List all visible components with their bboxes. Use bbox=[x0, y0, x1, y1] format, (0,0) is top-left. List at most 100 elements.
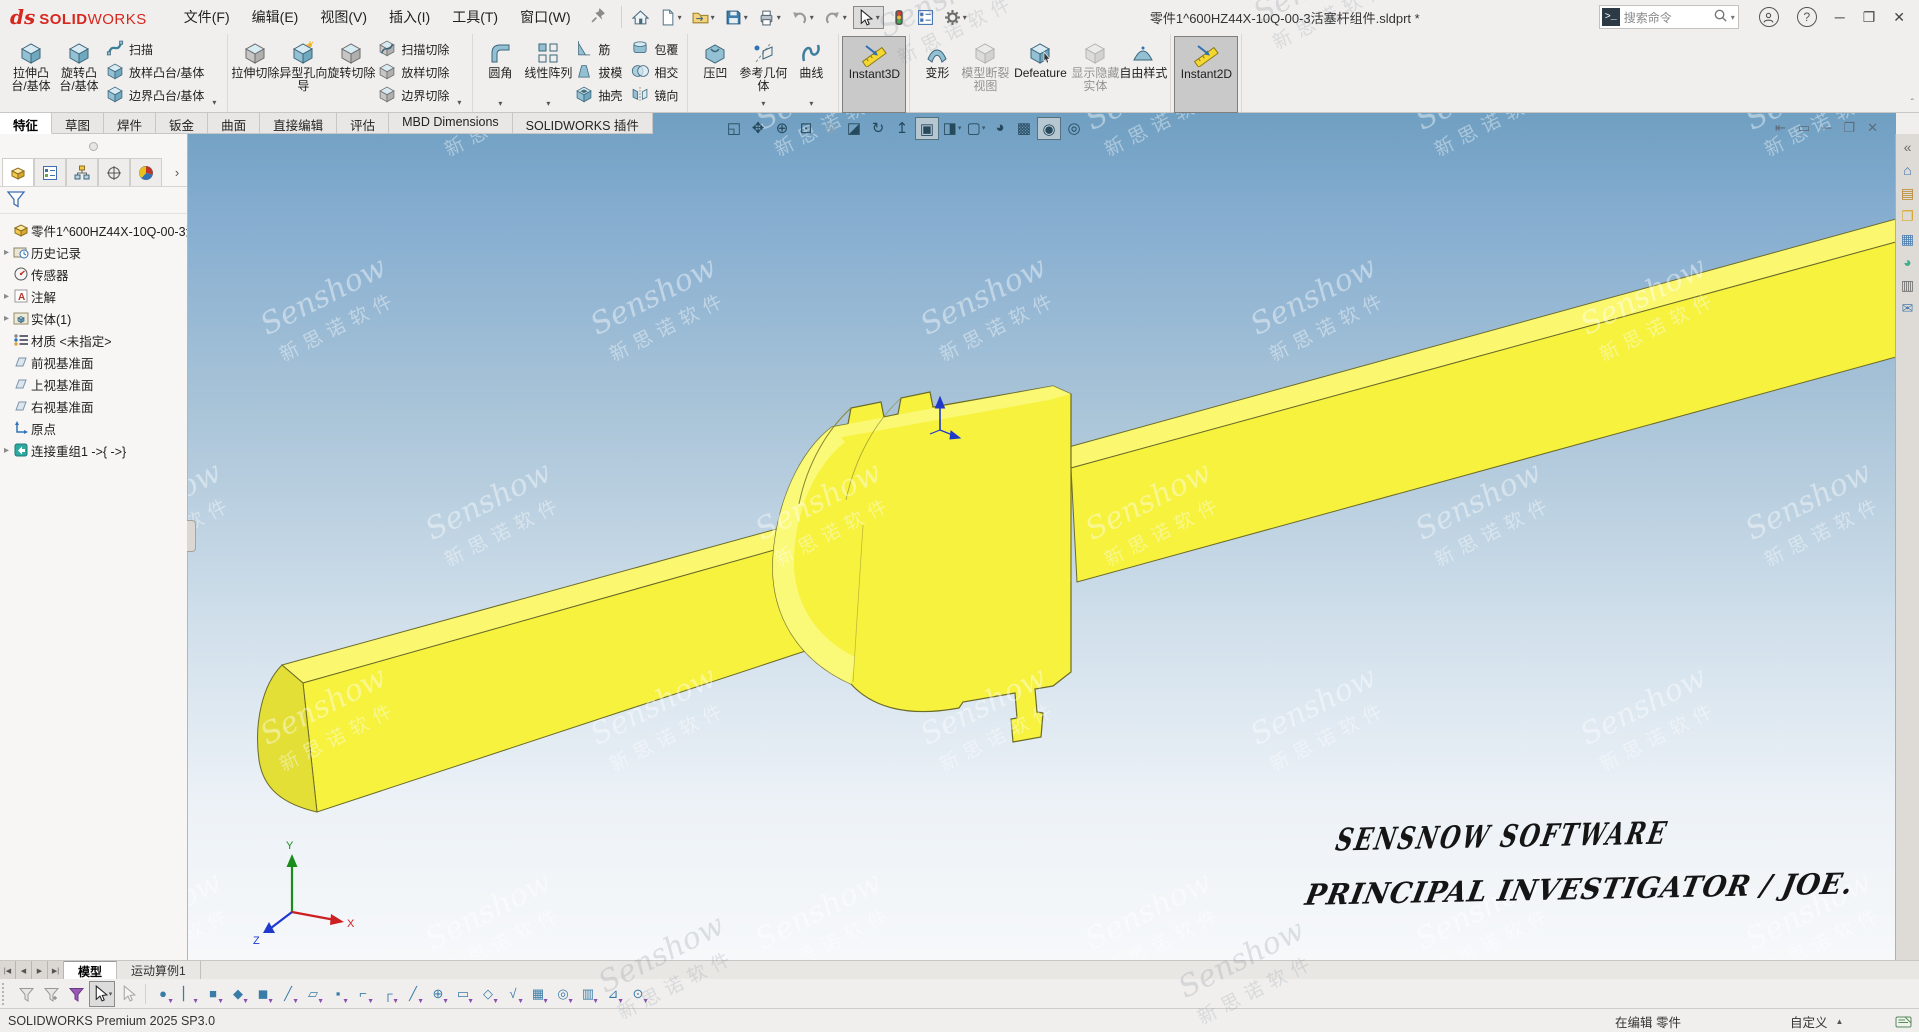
tree-item-连接重组1 ->{ ->}[interactable]: ▸连接重组1 ->{ ->} bbox=[0, 439, 187, 461]
open-icon[interactable]: ▾ bbox=[688, 6, 719, 29]
tab-草图[interactable]: 草图 bbox=[52, 112, 104, 134]
tree-item-实体(1)[interactable]: ▸实体(1) bbox=[0, 307, 187, 329]
feature-triad-icon[interactable] bbox=[922, 392, 972, 452]
dropdown-caret-icon[interactable]: ▾ bbox=[498, 97, 502, 110]
toolbar-grip[interactable] bbox=[2, 983, 9, 1005]
line-snap-icon[interactable]: ▏▼ bbox=[176, 982, 200, 1006]
tree-item-原点[interactable]: 原点 bbox=[0, 417, 187, 439]
ribbon-revolve-cut[interactable]: 旋转切除 bbox=[327, 36, 375, 109]
tree-item-注解[interactable]: ▸A注解 bbox=[0, 285, 187, 307]
select-cursor-icon[interactable]: ▾ bbox=[89, 981, 115, 1007]
menu-文件(F)[interactable]: 文件(F) bbox=[173, 3, 241, 31]
dropdown-caret-icon[interactable]: ▾ bbox=[809, 97, 813, 110]
magnifier-snap-icon[interactable]: ◎▼ bbox=[551, 982, 575, 1006]
command-search[interactable]: >_ 搜索命令 ▾ bbox=[1599, 5, 1739, 29]
collapse-pane-icon[interactable]: ⇤ bbox=[1775, 120, 1786, 136]
pan-icon[interactable]: ✥ bbox=[747, 117, 769, 138]
dimension-snap-icon[interactable]: ▭▼ bbox=[451, 982, 475, 1006]
ribbon-intersect[interactable]: 相交 bbox=[628, 61, 684, 84]
ribbon-boundary[interactable]: 边界凸台/基体 bbox=[103, 84, 210, 107]
ribbon-indent[interactable]: 压凹 bbox=[691, 36, 739, 109]
edit-appearance-icon[interactable]: ◕ bbox=[989, 117, 1011, 138]
prev-model-tab-icon[interactable]: ◀ bbox=[16, 961, 32, 980]
options-list-icon[interactable] bbox=[913, 6, 938, 29]
next-model-tab-icon[interactable]: ▶ bbox=[32, 961, 48, 980]
center-snap-icon[interactable]: ⊕▼ bbox=[426, 982, 450, 1006]
last-model-tab-icon[interactable]: ▶| bbox=[48, 961, 64, 980]
angle-snap-icon[interactable]: ⊿▼ bbox=[601, 982, 625, 1006]
panel-collapse-handle[interactable] bbox=[89, 142, 98, 151]
filter-active-icon[interactable] bbox=[64, 982, 88, 1006]
zoom-in-out-icon[interactable]: ⊕ bbox=[771, 117, 793, 138]
point-snap-icon[interactable]: ●▼ bbox=[151, 982, 175, 1006]
ribbon-rib[interactable]: 筋 bbox=[572, 38, 628, 61]
quad-snap-icon[interactable]: ◇▼ bbox=[476, 982, 500, 1006]
restore-icon[interactable]: ❐ bbox=[1863, 9, 1876, 26]
tab-直接编辑[interactable]: 直接编辑 bbox=[260, 112, 337, 134]
view-orientation-icon[interactable]: ▣ bbox=[915, 117, 939, 140]
menu-视图(V)[interactable]: 视图(V) bbox=[309, 3, 378, 31]
tree-item-历史记录[interactable]: ▸历史记录 bbox=[0, 241, 187, 263]
tree-item-前视基准面[interactable]: 前视基准面 bbox=[0, 351, 187, 373]
ribbon-reference-geometry[interactable]: 参考几何体▾ bbox=[739, 36, 787, 109]
ribbon-instant2d[interactable]: Instant2D bbox=[1174, 36, 1238, 113]
ribbon-freeform[interactable]: 自由样式 bbox=[1119, 36, 1167, 109]
clear-filter-icon[interactable] bbox=[14, 982, 38, 1006]
tree-item-传感器[interactable]: 传感器 bbox=[0, 263, 187, 285]
previous-view-icon[interactable]: ⊖ bbox=[819, 117, 841, 138]
restore-window-icon[interactable]: ❐ bbox=[1843, 120, 1855, 136]
ribbon-wrap[interactable]: 包覆 bbox=[628, 38, 684, 61]
hide-show-items-icon[interactable]: ▢▾ bbox=[965, 117, 987, 138]
lasso-select-icon[interactable] bbox=[116, 982, 140, 1006]
model-tab-运动算例1[interactable]: 运动算例1 bbox=[117, 961, 201, 980]
expand-arrow-icon[interactable]: ▸ bbox=[0, 313, 13, 324]
ribbon-flex[interactable]: 变形 bbox=[913, 36, 961, 109]
midpoint-snap-icon[interactable]: ◆▼ bbox=[226, 982, 250, 1006]
zoom-to-area-icon[interactable]: ⊡ bbox=[795, 117, 817, 138]
tree-item-材质 <未指定>[interactable]: 材质 <未指定> bbox=[0, 329, 187, 351]
frame-snap-icon[interactable]: ┌▼ bbox=[376, 982, 400, 1006]
view-settings-icon[interactable]: ◉ bbox=[1037, 117, 1061, 140]
zoom-to-fit-icon[interactable]: ◱ bbox=[723, 117, 745, 138]
tab-MBD Dimensions[interactable]: MBD Dimensions bbox=[389, 112, 513, 134]
viewport-3d[interactable]: Senshow新思诺软件Senshow新思诺软件Senshow新思诺软件Sens… bbox=[187, 112, 1896, 960]
redo-icon[interactable]: ▾ bbox=[820, 6, 851, 29]
filter-funnel-icon[interactable] bbox=[6, 189, 26, 212]
normal-to-icon[interactable]: ↥ bbox=[891, 117, 913, 138]
minimize-icon[interactable]: ─ bbox=[1835, 9, 1845, 25]
target-snap-icon[interactable]: ⊙▼ bbox=[626, 982, 650, 1006]
display-style-icon[interactable]: ◨▾ bbox=[941, 117, 963, 138]
filter-options-icon[interactable] bbox=[39, 982, 63, 1006]
tab-评估[interactable]: 评估 bbox=[337, 112, 389, 134]
expand-arrow-icon[interactable]: ▸ bbox=[0, 247, 13, 258]
grid-settings-icon[interactable]: ▦▼ bbox=[526, 982, 550, 1006]
ribbon-loft-cut[interactable]: 放样切除 bbox=[375, 61, 455, 84]
tree-item-零件1^600HZ44X-10Q-00-3活塞杆组件[interactable]: 零件1^600HZ44X-10Q-00-3活塞杆组件 bbox=[0, 219, 187, 241]
ribbon-sweep-cut[interactable]: 扫描切除 bbox=[375, 38, 455, 61]
menu-窗口(W)[interactable]: 窗口(W) bbox=[509, 3, 582, 31]
menu-插入(I)[interactable]: 插入(I) bbox=[378, 3, 441, 31]
dimxpertmanager-tab-icon[interactable] bbox=[98, 158, 130, 186]
ribbon-mirror[interactable]: 镜向 bbox=[628, 84, 684, 107]
model-tab-模型[interactable]: 模型 bbox=[64, 961, 117, 980]
ribbon-extrude-cut[interactable]: 拉伸切除 bbox=[231, 36, 279, 109]
solid-snap-icon[interactable]: ◼▼ bbox=[251, 982, 275, 1006]
tree-item-右视基准面[interactable]: 右视基准面 bbox=[0, 395, 187, 417]
ribbon-boundary-cut[interactable]: 边界切除 bbox=[375, 84, 455, 107]
status-tag-icon[interactable] bbox=[1895, 1014, 1912, 1029]
sketch-line-icon[interactable]: ╱▼ bbox=[276, 982, 300, 1006]
ribbon-linear-pattern[interactable]: 线性阵列▾ bbox=[524, 36, 572, 109]
ribbon-loft[interactable]: 放样凸台/基体 bbox=[103, 61, 210, 84]
settings-gear-icon[interactable]: ▾ bbox=[940, 6, 971, 29]
plane-snap-icon[interactable]: ▱▼ bbox=[301, 982, 325, 1006]
propertymanager-tab-icon[interactable] bbox=[34, 158, 66, 186]
hatch-snap-icon[interactable]: ▥▼ bbox=[576, 982, 600, 1006]
section-view-icon[interactable]: ◪ bbox=[843, 117, 865, 138]
select-cursor-icon[interactable]: ▾ bbox=[853, 6, 884, 29]
close-window-icon[interactable]: ✕ bbox=[1867, 120, 1878, 136]
search-icon[interactable] bbox=[1713, 8, 1728, 26]
print-icon[interactable]: ▾ bbox=[754, 6, 785, 29]
dropdown-caret-icon[interactable]: ▾ bbox=[761, 97, 765, 110]
expand-arrow-icon[interactable]: ▸ bbox=[0, 291, 13, 302]
ribbon-revolve-boss[interactable]: 旋转凸台/基体 bbox=[55, 36, 103, 109]
